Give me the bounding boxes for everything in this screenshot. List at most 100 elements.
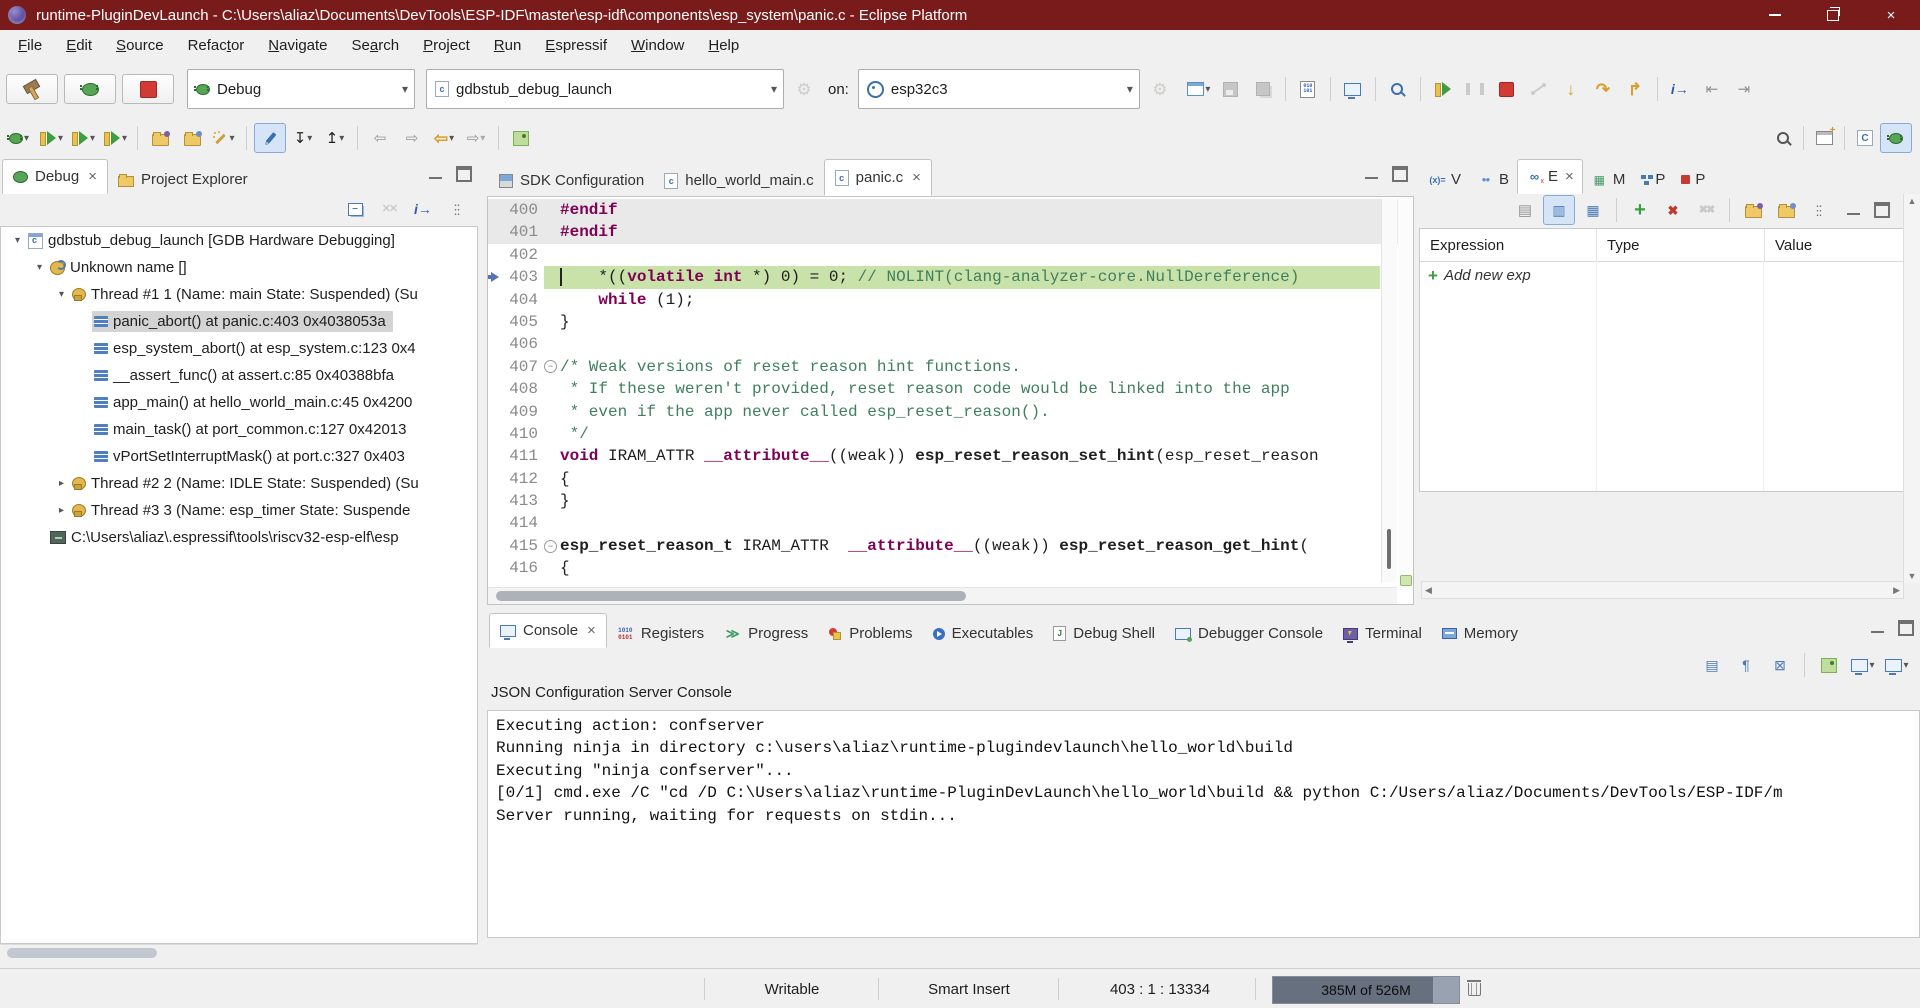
maximize-view-icon[interactable] [456, 166, 472, 182]
tree-item[interactable]: C:\Users\aliaz\.espressif\tools\riscv32-… [1, 524, 477, 551]
menu-refactor[interactable]: Refactor [176, 37, 257, 54]
search-marker-icon[interactable] [1383, 75, 1413, 103]
minimize-button[interactable] [1746, 0, 1804, 30]
display-selected-console-icon[interactable]: ▾ [1848, 651, 1878, 679]
tree-item[interactable]: main_task() at port_common.c:127 0x42013 [1, 416, 477, 443]
column-type[interactable]: Type [1597, 229, 1765, 261]
code-line[interactable]: 409 * even if the app never called esp_r… [488, 401, 1413, 423]
layout-icon[interactable]: ▦ [1578, 196, 1608, 224]
scroll-down-icon[interactable]: ▼ [1908, 571, 1917, 581]
scroll-lock-icon[interactable]: ▤ [1697, 651, 1727, 679]
target-combo[interactable]: esp32c3 ▾ [858, 69, 1140, 109]
tab-memory[interactable]: Memory [1432, 619, 1528, 648]
scrollbar-thumb[interactable] [496, 591, 966, 601]
maximize-editor-icon[interactable] [1392, 166, 1408, 182]
collapse-fold-icon[interactable]: − [544, 540, 557, 553]
pin-editor-icon[interactable] [506, 124, 536, 152]
scrollbar-thumb[interactable] [7, 948, 157, 958]
trace-right-icon[interactable]: ⇥ [1729, 75, 1759, 103]
column-expression[interactable]: Expression [1420, 229, 1597, 261]
code-line[interactable]: 404 while (1); [488, 289, 1413, 311]
tab-registers[interactable]: Registers [607, 619, 714, 648]
console-display-icon[interactable] [1338, 75, 1368, 103]
import-project-icon[interactable] [177, 124, 207, 152]
code-line[interactable]: 405} [488, 311, 1413, 333]
search-icon[interactable] [1768, 124, 1798, 152]
step-over-icon[interactable]: ↷ [1588, 75, 1618, 103]
target-settings-icon[interactable] [1145, 75, 1175, 103]
fold-region[interactable]: − [544, 360, 560, 373]
tab-v[interactable]: V [1421, 165, 1469, 194]
code-line[interactable]: 400#endif [488, 199, 1413, 221]
close-button[interactable]: × [1862, 0, 1920, 30]
build-button[interactable] [6, 74, 58, 104]
menu-project[interactable]: Project [411, 37, 482, 54]
tree-item[interactable]: esp_system_abort() at esp_system.c:123 0… [1, 335, 477, 362]
view-menu-icon[interactable]: ⋮ [1804, 196, 1834, 224]
code-line[interactable]: 414 [488, 512, 1413, 534]
new-launch-config-icon[interactable]: ▾ [1184, 75, 1214, 103]
expander-closed-icon[interactable]: ▸ [53, 478, 70, 489]
code-line[interactable]: 413} [488, 490, 1413, 512]
run-history-icon[interactable]: ▾ [36, 124, 66, 152]
restore-button[interactable] [1804, 0, 1862, 30]
tab-progress[interactable]: Progress [714, 619, 818, 648]
tab-project-explorer[interactable]: Project Explorer [108, 165, 258, 194]
tab-sdk-configuration[interactable]: SDK Configuration [489, 165, 654, 196]
step-return-icon[interactable]: ↱ [1620, 75, 1650, 103]
heap-status[interactable]: 385M of 526M [1272, 976, 1460, 1004]
tab-p[interactable]: P [1633, 165, 1673, 194]
instruction-stepping-icon[interactable]: i→ [1665, 75, 1695, 103]
pin-console-icon[interactable] [1814, 651, 1844, 679]
launch-config-settings-icon[interactable] [789, 75, 819, 103]
tab-hello-world-main-c[interactable]: hello_world_main.c [654, 165, 823, 196]
next-annotation-icon[interactable]: ↧▾ [288, 124, 318, 152]
view-menu-icon[interactable]: ⋮ [442, 195, 472, 223]
expander-open-icon[interactable]: ▾ [31, 262, 48, 273]
minimize-view-icon[interactable] [1871, 629, 1884, 633]
debug-button[interactable] [64, 74, 116, 104]
tree-item[interactable]: ▾gdbstub_debug_launch [GDB Hardware Debu… [1, 227, 477, 254]
launch-config-combo[interactable]: gdbstub_debug_launch ▾ [426, 69, 784, 109]
tab-debug-shell[interactable]: Debug Shell [1043, 619, 1165, 648]
scroll-right-icon[interactable]: ▶ [1893, 585, 1900, 596]
show-type-names-icon[interactable]: ▤ [1510, 196, 1540, 224]
tab-terminal[interactable]: Terminal [1333, 619, 1432, 648]
fold-region[interactable]: − [544, 540, 560, 553]
code-line[interactable]: 412{ [488, 468, 1413, 490]
minimize-view-icon[interactable] [429, 175, 442, 179]
open-console-icon[interactable]: ▾ [1882, 651, 1912, 679]
code-line[interactable]: 411void IRAM_ATTR __attribute__((weak)) … [488, 445, 1413, 467]
collapse-all-icon[interactable] [340, 195, 370, 223]
show-logical-structures-icon[interactable]: ▥ [1543, 195, 1575, 225]
tab-m[interactable]: M [1583, 165, 1634, 194]
editor-hscrollbar[interactable] [488, 587, 1397, 604]
tab-console[interactable]: Console× [489, 613, 607, 648]
remove-all-terminated-icon[interactable]: ✕✕ [374, 195, 404, 223]
minimize-view-icon[interactable] [1847, 211, 1860, 215]
add-expression-icon[interactable]: + [1625, 196, 1655, 224]
code-line[interactable]: 402 [488, 244, 1413, 266]
vertical-sash[interactable] [478, 158, 487, 962]
tab-executables[interactable]: Executables [923, 619, 1044, 648]
forward-icon[interactable]: ⇨ [397, 124, 427, 152]
tree-item[interactable]: __assert_func() at assert.c:85 0x40388bf… [1, 362, 477, 389]
tree-item[interactable]: app_main() at hello_world_main.c:45 0x42… [1, 389, 477, 416]
column-value[interactable]: Value [1765, 229, 1903, 261]
expander-open-icon[interactable]: ▾ [53, 289, 70, 300]
tab-problems[interactable]: Problems [818, 619, 922, 648]
menu-source[interactable]: Source [104, 37, 176, 54]
tab-debugger-console[interactable]: Debugger Console [1165, 619, 1333, 648]
minimize-editor-icon[interactable] [1365, 175, 1378, 179]
code-line[interactable]: 406 [488, 333, 1413, 355]
tab-debug[interactable]: Debug× [2, 159, 108, 194]
code-line[interactable]: 407−/* Weak versions of reset reason hin… [488, 356, 1413, 378]
debug-view-hscrollbar[interactable] [0, 944, 478, 962]
tree-item[interactable]: ▸Thread #2 2 (Name: IDLE State: Suspende… [1, 470, 477, 497]
scroll-left-icon[interactable]: ◀ [1425, 585, 1432, 596]
code-line[interactable]: 416{ [488, 557, 1413, 579]
code-line[interactable]: 401#endif [488, 221, 1413, 243]
cpp-perspective-button[interactable] [1850, 124, 1880, 152]
instruction-stepping-icon[interactable]: i→ [408, 195, 438, 223]
close-tab-icon[interactable]: × [587, 622, 596, 639]
